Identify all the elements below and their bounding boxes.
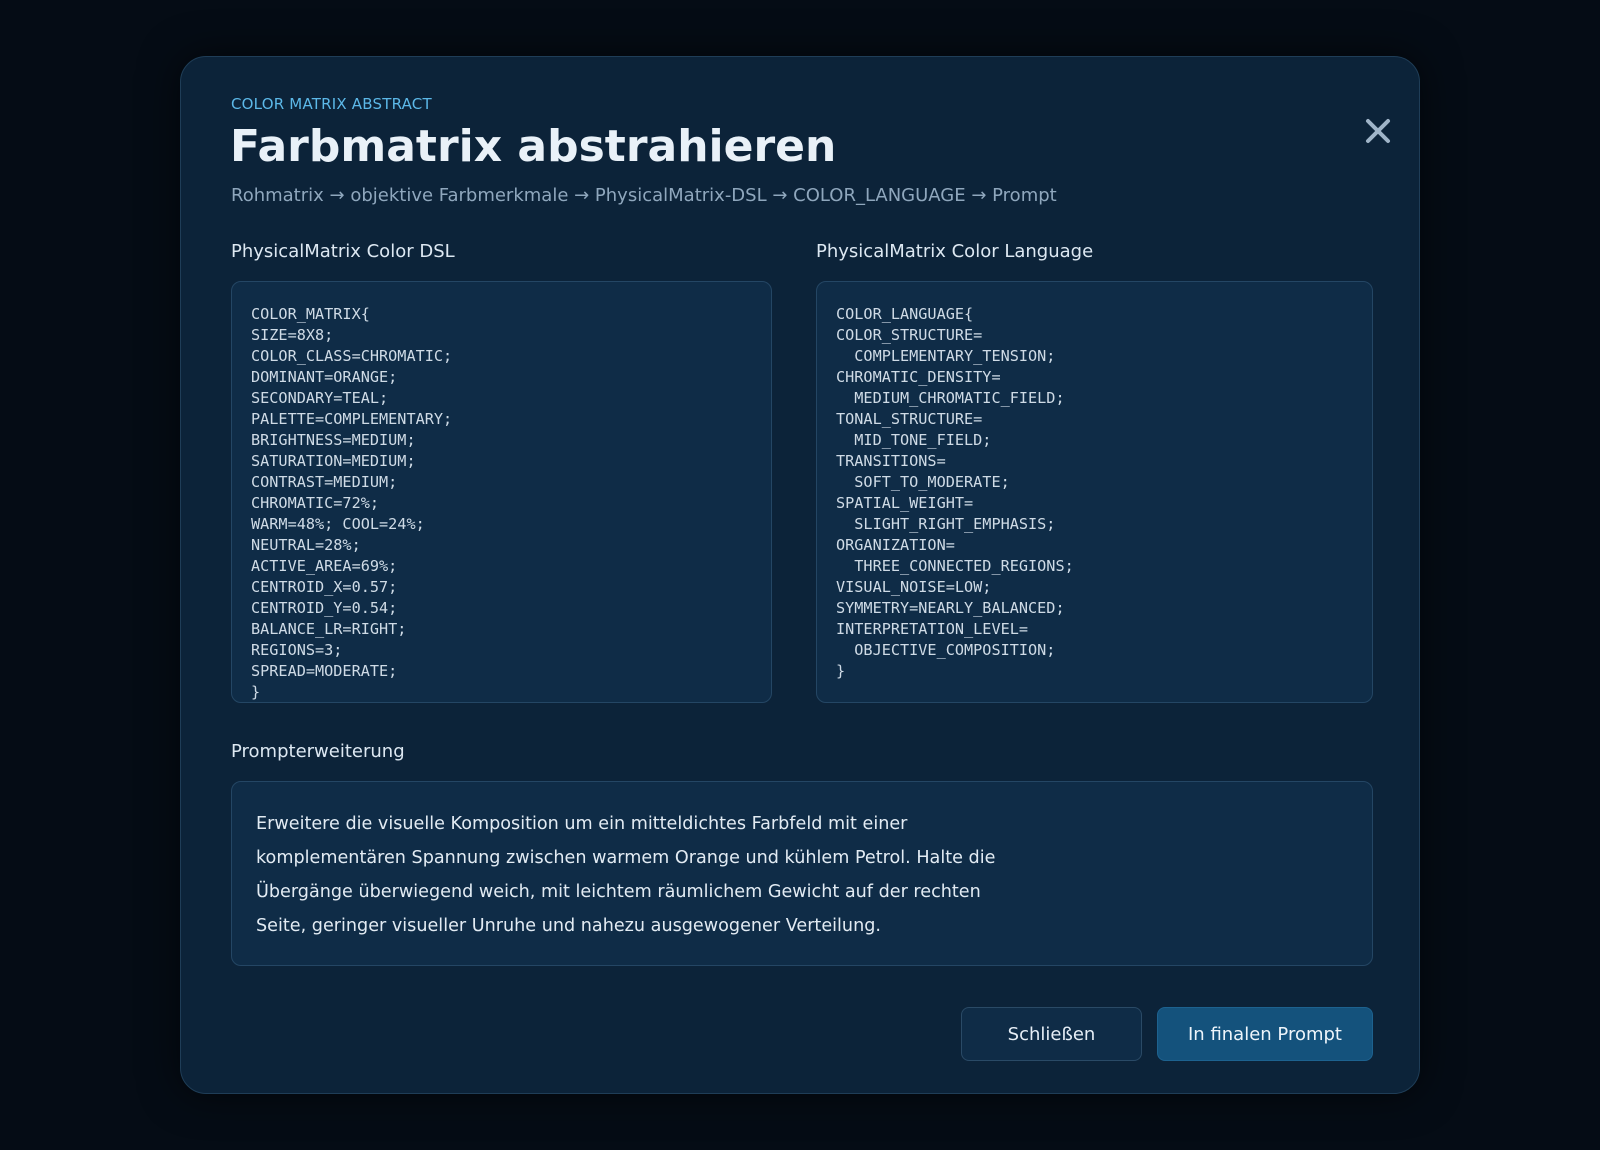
- dsl-code-panel[interactable]: COLOR_MATRIX{ SIZE=8X8; COLOR_CLASS=CHRO…: [231, 281, 772, 703]
- dsl-panel-label: PhysicalMatrix Color DSL: [231, 241, 455, 262]
- dsl-code: COLOR_MATRIX{ SIZE=8X8; COLOR_CLASS=CHRO…: [251, 305, 453, 701]
- dialog-title: Farbmatrix abstrahieren: [230, 121, 837, 172]
- language-panel-label: PhysicalMatrix Color Language: [816, 241, 1094, 262]
- language-code-panel[interactable]: COLOR_LANGUAGE{ COLOR_STRUCTURE= COMPLEM…: [816, 281, 1373, 703]
- pipeline-subtitle: Rohmatrix → objektive Farbmerkmale → Phy…: [231, 185, 1057, 206]
- prompt-section-label: Prompterweiterung: [231, 741, 405, 762]
- dialog-eyebrow: COLOR MATRIX ABSTRACT: [231, 95, 432, 113]
- close-dialog-button[interactable]: Schließen: [961, 1007, 1142, 1061]
- abstract-dialog: COLOR MATRIX ABSTRACT Farbmatrix abstrah…: [180, 56, 1420, 1094]
- language-code: COLOR_LANGUAGE{ COLOR_STRUCTURE= COMPLEM…: [836, 305, 1074, 680]
- apply-to-prompt-button[interactable]: In finalen Prompt: [1157, 1007, 1373, 1061]
- close-icon: [1366, 119, 1390, 143]
- prompt-extension-box[interactable]: Erweitere die visuelle Komposition um ei…: [231, 781, 1373, 966]
- prompt-extension-text: Erweitere die visuelle Komposition um ei…: [256, 814, 996, 936]
- close-button[interactable]: [1359, 112, 1397, 150]
